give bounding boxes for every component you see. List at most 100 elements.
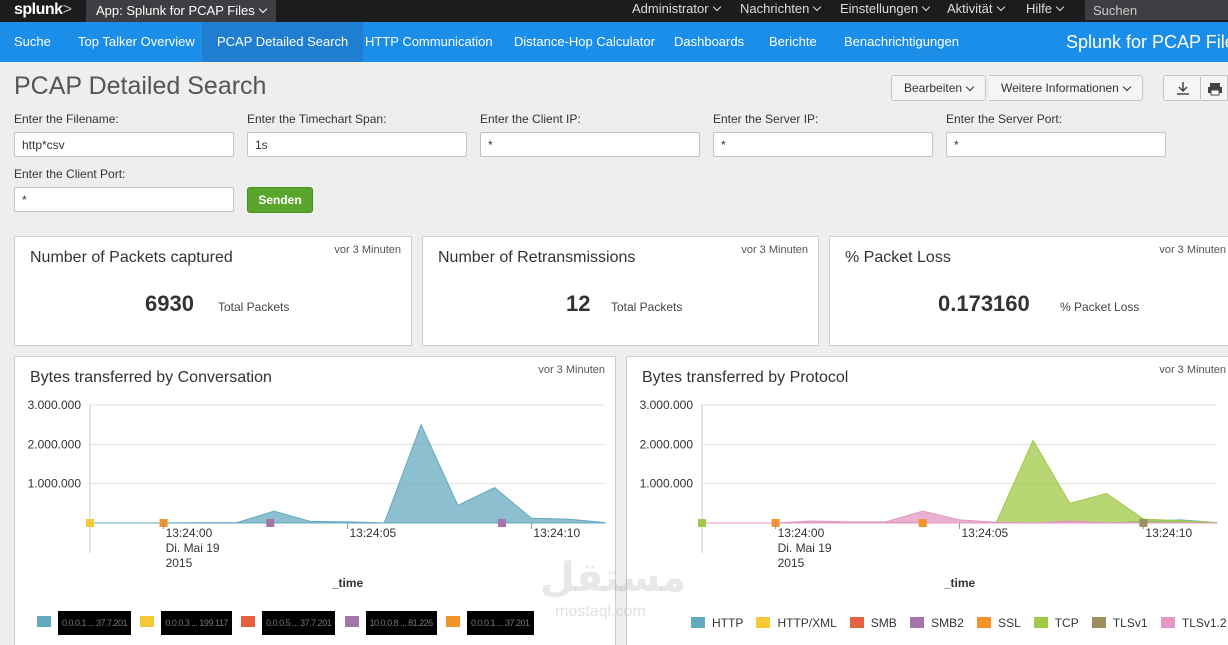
x-tick-label: 13:24:05 bbox=[962, 526, 1009, 540]
nav-item-search[interactable]: Suche bbox=[14, 22, 51, 62]
chevron-down-icon bbox=[996, 2, 1005, 12]
legend-swatch bbox=[1091, 617, 1106, 628]
nav-item-distance-hop[interactable]: Distance-Hop Calculator bbox=[514, 22, 655, 62]
legend-swatch bbox=[1160, 617, 1175, 628]
protocol-area-chart: 1.000.000 2.000.000 3.000.000 13:24:00Di. M… bbox=[640, 398, 1218, 590]
legend-swatch bbox=[977, 617, 992, 628]
legend-item[interactable]: 10.0.0.8 ... 81.226 bbox=[344, 611, 437, 635]
legend-item[interactable]: SMB bbox=[849, 616, 897, 630]
legend-label: SMB bbox=[870, 616, 897, 630]
nav-item-dashboards[interactable]: Dashboards bbox=[674, 22, 744, 62]
panel-timestamp[interactable]: vor 3 Minuten bbox=[741, 244, 808, 256]
submit-button[interactable]: Senden bbox=[247, 187, 313, 213]
panel-title: Number of Packets captured bbox=[30, 249, 233, 266]
legend-item[interactable]: 0.0.0.1 ... 37.201 bbox=[445, 611, 534, 635]
y-tick-label: 2.000.000 bbox=[28, 437, 82, 451]
nav-item-alerts[interactable]: Benachrichtigungen bbox=[844, 22, 959, 62]
splunk-logo[interactable]: splunk> bbox=[14, 1, 72, 19]
legend-item[interactable]: 0.0.0.5 ... 37.7.201 bbox=[241, 611, 336, 635]
app-menu[interactable]: App: Splunk for PCAP Files bbox=[86, 0, 276, 22]
legend-swatch bbox=[1033, 617, 1048, 628]
menu-administrator[interactable]: Administrator bbox=[632, 0, 721, 22]
menu-messages[interactable]: Nachrichten bbox=[740, 0, 822, 22]
y-tick-label: 1.000.000 bbox=[28, 477, 82, 491]
chevron-down-icon bbox=[813, 2, 822, 12]
nav-item-http-communication[interactable]: HTTP Communication bbox=[365, 22, 493, 62]
legend-item[interactable]: HTTP bbox=[691, 616, 743, 630]
panel-timestamp[interactable]: vor 3 Minuten bbox=[1159, 244, 1226, 256]
print-icon bbox=[1208, 83, 1222, 96]
panel-title: Number of Retransmissions bbox=[438, 249, 636, 266]
chevron-down-icon bbox=[1122, 82, 1132, 92]
series-marker[interactable] bbox=[698, 519, 706, 527]
chevron-down-icon bbox=[965, 82, 975, 92]
search-input[interactable] bbox=[1085, 0, 1228, 20]
legend-label: TLSv1 bbox=[1112, 616, 1148, 630]
y-tick-label: 2.000.000 bbox=[640, 437, 694, 451]
panel-timestamp[interactable]: vor 3 Minuten bbox=[1159, 364, 1226, 376]
app-nav: Suche Top Talker Overview PCAP Detailed … bbox=[0, 22, 1228, 62]
stat-value: 12 bbox=[566, 291, 591, 316]
legend-item[interactable]: HTTP/XML bbox=[756, 616, 836, 630]
stat-value: 0.173160 bbox=[938, 291, 1030, 316]
server-port-label: Enter the Server Port: bbox=[946, 112, 1063, 126]
area-series-0[interactable] bbox=[90, 423, 606, 524]
server-port-input[interactable] bbox=[946, 132, 1166, 157]
series-marker[interactable] bbox=[498, 519, 506, 527]
legend-item[interactable]: SMB2 bbox=[910, 616, 964, 630]
stat-value: 6930 bbox=[145, 291, 194, 316]
menu-help[interactable]: Hilfe bbox=[1026, 0, 1065, 22]
series-marker[interactable] bbox=[266, 519, 275, 527]
nav-item-top-talker[interactable]: Top Talker Overview bbox=[78, 22, 195, 62]
chart-legend: 0.0.0.1 ... 37.7.201 0.0.0.3 ... 199.117… bbox=[37, 611, 534, 635]
nav-item-reports[interactable]: Berichte bbox=[769, 22, 817, 62]
filename-input[interactable] bbox=[14, 132, 234, 157]
packet-loss-panel: % Packet Loss vor 3 Minuten 0.173160 % P… bbox=[829, 236, 1228, 346]
series-marker[interactable] bbox=[86, 519, 94, 527]
retransmissions-panel: Number of Retransmissions vor 3 Minuten … bbox=[422, 236, 819, 346]
client-port-input[interactable] bbox=[14, 187, 234, 212]
legend-item[interactable]: 0.0.0.3 ... 199.117 bbox=[140, 611, 232, 635]
legend-item[interactable]: SSL bbox=[977, 616, 1020, 630]
panel-title: Bytes transferred by Conversation bbox=[30, 369, 272, 386]
menu-settings[interactable]: Einstellungen bbox=[840, 0, 931, 22]
packets-captured-panel: Number of Packets captured vor 3 Minuten… bbox=[14, 236, 412, 346]
x-tick-label: 13:24:00 bbox=[166, 526, 213, 540]
legend-label: 0.0.0.1 ... 37.201 bbox=[466, 611, 534, 635]
client-port-label: Enter the Client Port: bbox=[14, 167, 126, 181]
download-button[interactable] bbox=[1163, 75, 1201, 101]
legend-item[interactable]: TLSv1.2 bbox=[1160, 616, 1227, 630]
x-tick-label: Di. Mai 19 bbox=[778, 541, 832, 555]
panel-title: Bytes transferred by Protocol bbox=[642, 369, 849, 386]
stat-unit: Total Packets bbox=[218, 300, 290, 314]
print-button[interactable] bbox=[1201, 75, 1228, 101]
x-tick-label: 2015 bbox=[778, 556, 805, 570]
menu-activity[interactable]: Aktivität bbox=[947, 0, 1005, 22]
panel-timestamp[interactable]: vor 3 Minuten bbox=[334, 244, 401, 256]
legend-swatch bbox=[691, 617, 705, 628]
chevron-down-icon bbox=[1055, 2, 1065, 12]
download-icon bbox=[1177, 82, 1189, 95]
legend-swatch bbox=[910, 617, 925, 628]
panel-timestamp[interactable]: vor 3 Minuten bbox=[538, 364, 605, 376]
server-ip-input[interactable] bbox=[713, 132, 933, 157]
nav-item-pcap-detailed-search[interactable]: PCAP Detailed Search bbox=[202, 22, 364, 62]
legend-label: HTTP bbox=[712, 616, 744, 630]
x-tick-label: 2015 bbox=[166, 556, 193, 570]
legend-label: TLSv1.2 bbox=[1181, 616, 1227, 630]
series-marker[interactable] bbox=[918, 519, 927, 527]
edit-button[interactable]: Bearbeiten bbox=[891, 75, 987, 101]
more-info-button[interactable]: Weitere Informationen bbox=[989, 75, 1143, 101]
legend-item[interactable]: TLSv1 bbox=[1091, 616, 1148, 630]
area-series-5[interactable] bbox=[702, 439, 1218, 524]
legend-label: 10.0.0.8 ... 81.226 bbox=[365, 611, 437, 635]
client-ip-label: Enter the Client IP: bbox=[480, 112, 581, 126]
chevron-down-icon bbox=[258, 4, 267, 14]
client-ip-input[interactable] bbox=[480, 132, 700, 157]
legend-item[interactable]: TCP bbox=[1033, 616, 1079, 630]
watermark-logo: مستقل bbox=[540, 556, 687, 600]
x-axis-label: _time bbox=[331, 576, 364, 590]
legend-item[interactable]: 0.0.0.1 ... 37.7.201 bbox=[37, 611, 132, 635]
timechart-span-input[interactable] bbox=[247, 132, 467, 157]
legend-label: SSL bbox=[998, 616, 1021, 630]
